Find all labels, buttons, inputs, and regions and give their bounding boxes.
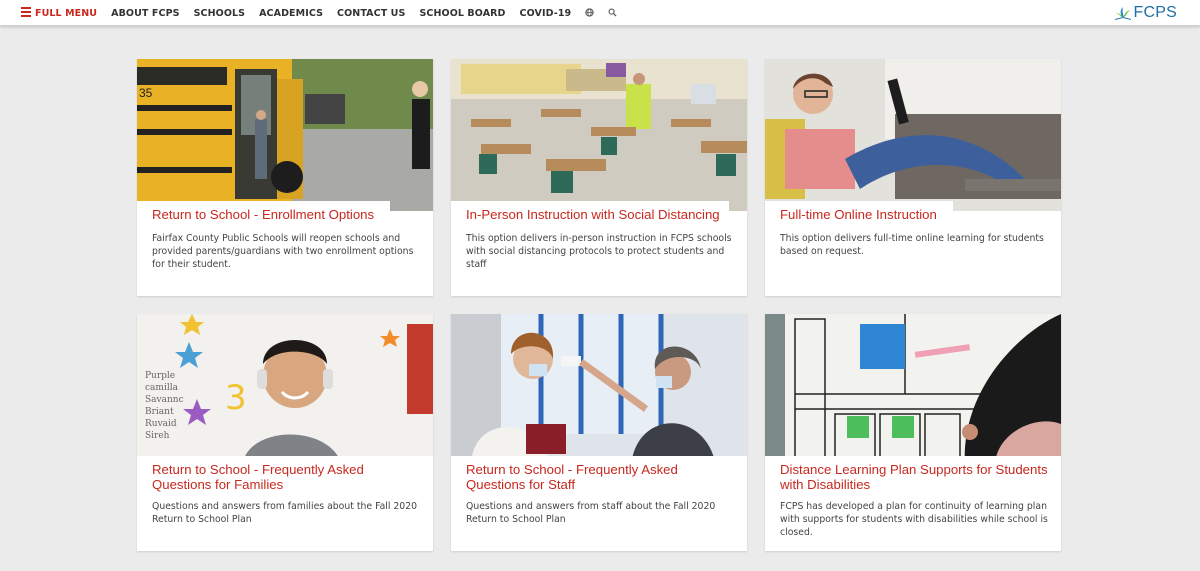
card-description: Questions and answers from families abou… — [152, 501, 418, 526]
card-online-instruction[interactable]: Full-time Online Instruction This option… — [765, 59, 1061, 296]
top-navigation-bar: FULL MENU ABOUT FCPS SCHOOLS ACADEMICS C… — [0, 0, 1200, 26]
student-headphones-photo: 3 Purple camilla Savannc Briant Ruvaid Sireh — [137, 314, 433, 466]
nav-link-schools[interactable]: SCHOOLS — [194, 8, 246, 19]
card-description: Fairfax County Public Schools will reope… — [152, 233, 414, 271]
nav-menu: FULL MENU ABOUT FCPS SCHOOLS ACADEMICS C… — [21, 0, 631, 26]
svg-text:Savannc: Savannc — [145, 395, 184, 405]
svg-text:35: 35 — [139, 86, 153, 100]
svg-text:camilla: camilla — [145, 383, 179, 393]
school-bus-photo: 35 — [137, 59, 433, 211]
nav-link-about-fcps[interactable]: ABOUT FCPS — [111, 8, 179, 19]
staff-temperature-check-photo — [451, 314, 747, 466]
card-faq-staff[interactable]: Return to School - Frequently Asked Ques… — [451, 314, 747, 551]
fcps-logo-mark-icon — [1114, 7, 1131, 20]
card-description: This option delivers full-time online le… — [780, 233, 1044, 258]
svg-text:Sireh: Sireh — [145, 431, 170, 441]
card-distance-learning-disabilities[interactable]: Distance Learning Plan Supports for Stud… — [765, 314, 1061, 551]
nav-link-covid-19[interactable]: COVID-19 — [520, 8, 572, 19]
svg-text:Purple: Purple — [145, 371, 175, 381]
search-icon[interactable] — [608, 8, 617, 19]
fcps-logo[interactable]: FCPS — [1114, 4, 1177, 22]
nav-link-academics[interactable]: ACADEMICS — [259, 8, 323, 19]
student-drawing-photo — [765, 314, 1061, 466]
card-title[interactable]: Full-time Online Instruction — [780, 207, 1050, 223]
card-in-person-instruction[interactable]: In-Person Instruction with Social Distan… — [451, 59, 747, 296]
card-title[interactable]: Return to School - Enrollment Options — [152, 207, 422, 223]
svg-text:3: 3 — [225, 378, 247, 418]
nav-link-school-board[interactable]: SCHOOL BOARD — [419, 8, 505, 19]
card-description: FCPS has developed a plan for continuity… — [780, 501, 1048, 539]
card-title[interactable]: In-Person Instruction with Social Distan… — [466, 207, 736, 223]
svg-text:Briant: Briant — [145, 407, 174, 417]
globe-icon[interactable] — [585, 7, 594, 19]
classroom-photo — [451, 59, 747, 211]
card-faq-families[interactable]: 3 Purple camilla Savannc Briant Ruvaid Sireh… — [137, 314, 433, 551]
card-title[interactable]: Distance Learning Plan Supports for Stud… — [780, 462, 1050, 492]
card-description: Questions and answers from staff about t… — [466, 501, 716, 526]
card-title[interactable]: Return to School - Frequently Asked Ques… — [152, 462, 422, 492]
nav-link-contact-us[interactable]: CONTACT US — [337, 8, 405, 19]
full-menu-link[interactable]: FULL MENU — [35, 8, 97, 19]
card-title[interactable]: Return to School - Frequently Asked Ques… — [466, 462, 736, 492]
card-description: This option delivers in-person instructi… — [466, 233, 732, 271]
fcps-logo-text: FCPS — [1133, 4, 1177, 21]
student-tablet-photo — [765, 59, 1061, 211]
svg-text:Ruvaid: Ruvaid — [145, 419, 177, 429]
card-enrollment-options[interactable]: 35 Return to School - Enrollment Options… — [137, 59, 433, 296]
hamburger-menu-icon[interactable] — [21, 5, 31, 19]
